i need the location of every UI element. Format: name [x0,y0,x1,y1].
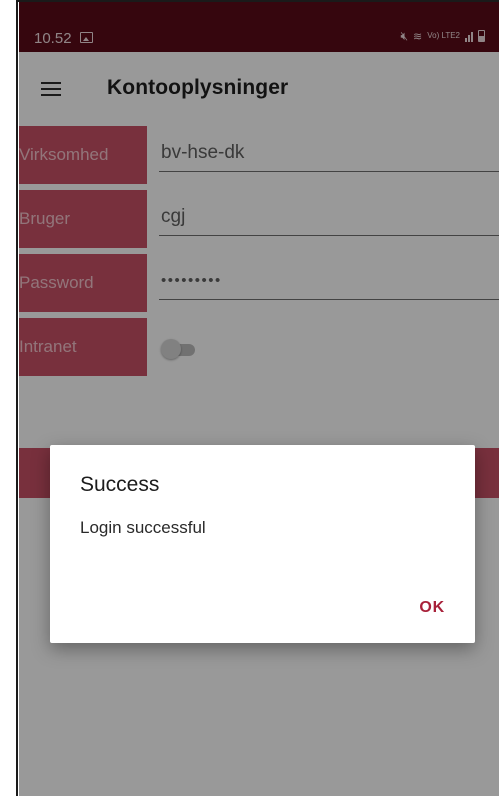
dialog-scrim[interactable] [19,2,499,796]
ok-button[interactable]: OK [411,595,453,621]
dialog-message: Login successful [80,518,206,537]
frame-left-margin [0,0,18,796]
phone-screen: 10.52 🔇︎ ≋ Vo) LTE2 Kontooplysninger Vir… [19,2,499,796]
dialog-title: Success [80,473,160,496]
success-dialog: Success Login successful OK [50,445,475,643]
